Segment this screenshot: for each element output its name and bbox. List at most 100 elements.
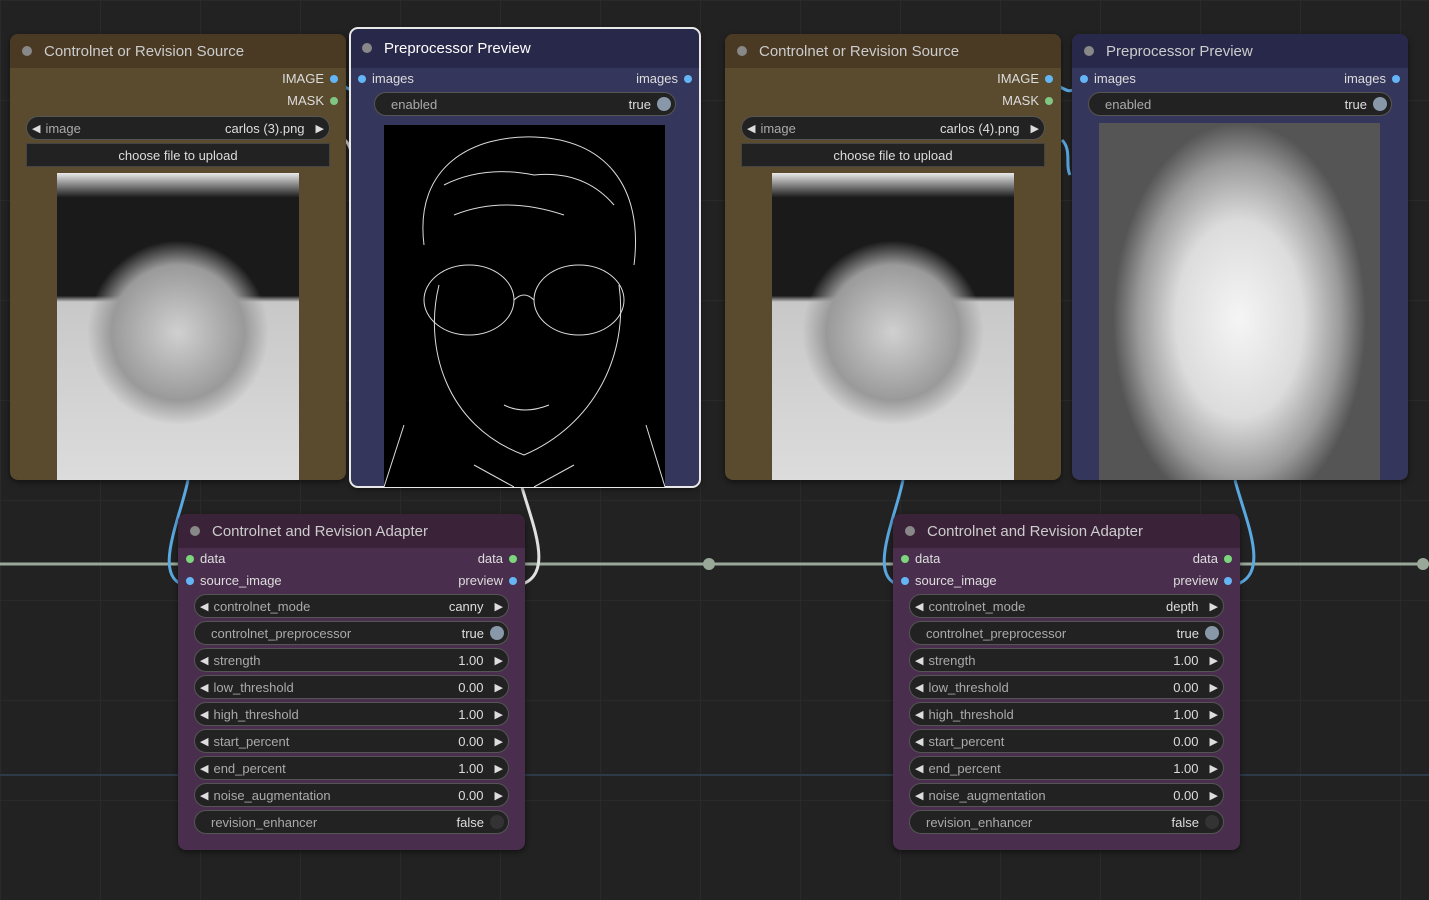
adapter-node[interactable]: Controlnet and Revision Adapter data dat… bbox=[178, 514, 525, 850]
controlnet-mode-widget[interactable]: ◀ controlnet_mode depth ▶ bbox=[909, 594, 1224, 618]
source-node[interactable]: Controlnet or Revision Source IMAGE MASK… bbox=[10, 34, 346, 480]
toggle-knob-icon[interactable] bbox=[1205, 815, 1219, 829]
node-header[interactable]: Controlnet and Revision Adapter bbox=[178, 514, 525, 548]
output-slot-image[interactable]: IMAGE bbox=[282, 71, 338, 86]
preview-node[interactable]: Preprocessor Preview images images enabl… bbox=[1072, 34, 1408, 480]
image-combo-widget[interactable]: ◀ image carlos (4).png ▶ bbox=[741, 116, 1045, 140]
arrow-right-icon[interactable]: ▶ bbox=[1205, 708, 1223, 721]
arrow-right-icon[interactable]: ▶ bbox=[490, 762, 508, 775]
low-threshold-widget[interactable]: ◀ low_threshold 0.00 ▶ bbox=[194, 675, 509, 699]
output-slot-image[interactable]: IMAGE bbox=[997, 71, 1053, 86]
arrow-left-icon[interactable]: ◀ bbox=[195, 681, 213, 694]
toggle-knob-icon[interactable] bbox=[490, 626, 504, 640]
end-percent-widget[interactable]: ◀ end_percent 1.00 ▶ bbox=[194, 756, 509, 780]
collapse-dot-icon[interactable] bbox=[1084, 46, 1094, 56]
revision-enhancer-widget[interactable]: revision_enhancer false bbox=[194, 810, 509, 834]
node-header[interactable]: Controlnet and Revision Adapter bbox=[893, 514, 1240, 548]
input-slot-images[interactable]: images bbox=[1080, 71, 1136, 86]
input-pin[interactable] bbox=[901, 554, 909, 563]
output-slot-images[interactable]: images bbox=[1344, 71, 1400, 86]
output-pin[interactable] bbox=[509, 554, 517, 563]
arrow-right-icon[interactable]: ▶ bbox=[1205, 735, 1223, 748]
arrow-left-icon[interactable]: ◀ bbox=[910, 762, 928, 775]
arrow-left-icon[interactable]: ◀ bbox=[195, 708, 213, 721]
toggle-knob-icon[interactable] bbox=[1373, 97, 1387, 111]
output-pin[interactable] bbox=[330, 74, 338, 83]
high-threshold-widget[interactable]: ◀ high_threshold 1.00 ▶ bbox=[194, 702, 509, 726]
collapse-dot-icon[interactable] bbox=[737, 46, 747, 56]
input-slot-data[interactable]: data bbox=[901, 551, 940, 566]
node-header[interactable]: Preprocessor Preview bbox=[1072, 34, 1408, 68]
output-slot-images[interactable]: images bbox=[636, 71, 692, 86]
arrow-right-icon[interactable]: ▶ bbox=[490, 681, 508, 694]
input-pin[interactable] bbox=[901, 576, 909, 585]
output-slot-preview[interactable]: preview bbox=[458, 573, 517, 588]
toggle-knob-icon[interactable] bbox=[1205, 626, 1219, 640]
low-threshold-widget[interactable]: ◀ low_threshold 0.00 ▶ bbox=[909, 675, 1224, 699]
output-slot-data[interactable]: data bbox=[478, 551, 517, 566]
arrow-right-icon[interactable]: ▶ bbox=[490, 600, 508, 613]
arrow-right-icon[interactable]: ▶ bbox=[490, 735, 508, 748]
arrow-right-icon[interactable]: ▶ bbox=[1205, 762, 1223, 775]
output-pin[interactable] bbox=[1224, 576, 1232, 585]
input-slot-source-image[interactable]: source_image bbox=[186, 573, 282, 588]
enabled-toggle[interactable]: enabled true bbox=[1088, 92, 1392, 116]
arrow-left-icon[interactable]: ◀ bbox=[910, 600, 928, 613]
start-percent-widget[interactable]: ◀ start_percent 0.00 ▶ bbox=[194, 729, 509, 753]
arrow-right-icon[interactable]: ▶ bbox=[1205, 600, 1223, 613]
node-header[interactable]: Controlnet or Revision Source bbox=[10, 34, 346, 68]
arrow-left-icon[interactable]: ◀ bbox=[910, 708, 928, 721]
upload-button[interactable]: choose file to upload bbox=[741, 143, 1045, 167]
input-slot-images[interactable]: images bbox=[358, 71, 414, 86]
enabled-toggle[interactable]: enabled true bbox=[374, 92, 676, 116]
controlnet-mode-widget[interactable]: ◀ controlnet_mode canny ▶ bbox=[194, 594, 509, 618]
input-pin[interactable] bbox=[186, 576, 194, 585]
toggle-knob-icon[interactable] bbox=[657, 97, 671, 111]
arrow-left-icon[interactable]: ◀ bbox=[910, 654, 928, 667]
image-combo-widget[interactable]: ◀ image carlos (3).png ▶ bbox=[26, 116, 330, 140]
strength-widget[interactable]: ◀ strength 1.00 ▶ bbox=[194, 648, 509, 672]
arrow-left-icon[interactable]: ◀ bbox=[27, 122, 45, 135]
collapse-dot-icon[interactable] bbox=[362, 43, 372, 53]
arrow-right-icon[interactable]: ▶ bbox=[1205, 789, 1223, 802]
reroute-node[interactable] bbox=[1417, 558, 1429, 570]
arrow-left-icon[interactable]: ◀ bbox=[910, 789, 928, 802]
input-pin[interactable] bbox=[186, 554, 194, 563]
toggle-knob-icon[interactable] bbox=[490, 815, 504, 829]
node-header[interactable]: Preprocessor Preview bbox=[350, 28, 700, 68]
strength-widget[interactable]: ◀ strength 1.00 ▶ bbox=[909, 648, 1224, 672]
arrow-left-icon[interactable]: ◀ bbox=[910, 735, 928, 748]
arrow-left-icon[interactable]: ◀ bbox=[195, 654, 213, 667]
reroute-node[interactable] bbox=[703, 558, 715, 570]
collapse-dot-icon[interactable] bbox=[22, 46, 32, 56]
arrow-left-icon[interactable]: ◀ bbox=[910, 681, 928, 694]
end-percent-widget[interactable]: ◀ end_percent 1.00 ▶ bbox=[909, 756, 1224, 780]
output-pin[interactable] bbox=[509, 576, 517, 585]
output-slot-mask[interactable]: MASK bbox=[287, 93, 338, 108]
arrow-right-icon[interactable]: ▶ bbox=[1205, 681, 1223, 694]
input-slot-source-image[interactable]: source_image bbox=[901, 573, 997, 588]
node-header[interactable]: Controlnet or Revision Source bbox=[725, 34, 1061, 68]
arrow-right-icon[interactable]: ▶ bbox=[490, 708, 508, 721]
start-percent-widget[interactable]: ◀ start_percent 0.00 ▶ bbox=[909, 729, 1224, 753]
arrow-right-icon[interactable]: ▶ bbox=[1026, 122, 1044, 135]
arrow-left-icon[interactable]: ◀ bbox=[195, 762, 213, 775]
output-slot-mask[interactable]: MASK bbox=[1002, 93, 1053, 108]
source-node[interactable]: Controlnet or Revision Source IMAGE MASK… bbox=[725, 34, 1061, 480]
output-slot-preview[interactable]: preview bbox=[1173, 573, 1232, 588]
arrow-right-icon[interactable]: ▶ bbox=[1205, 654, 1223, 667]
high-threshold-widget[interactable]: ◀ high_threshold 1.00 ▶ bbox=[909, 702, 1224, 726]
preview-node[interactable]: Preprocessor Preview images images enabl… bbox=[349, 27, 701, 488]
controlnet-preprocessor-widget[interactable]: controlnet_preprocessor true bbox=[909, 621, 1224, 645]
input-pin[interactable] bbox=[358, 74, 366, 83]
arrow-left-icon[interactable]: ◀ bbox=[742, 122, 760, 135]
noise-augmentation-widget[interactable]: ◀ noise_augmentation 0.00 ▶ bbox=[909, 783, 1224, 807]
arrow-left-icon[interactable]: ◀ bbox=[195, 789, 213, 802]
controlnet-preprocessor-widget[interactable]: controlnet_preprocessor true bbox=[194, 621, 509, 645]
noise-augmentation-widget[interactable]: ◀ noise_augmentation 0.00 ▶ bbox=[194, 783, 509, 807]
upload-button[interactable]: choose file to upload bbox=[26, 143, 330, 167]
arrow-left-icon[interactable]: ◀ bbox=[195, 735, 213, 748]
input-slot-data[interactable]: data bbox=[186, 551, 225, 566]
collapse-dot-icon[interactable] bbox=[905, 526, 915, 536]
output-pin[interactable] bbox=[1045, 74, 1053, 83]
